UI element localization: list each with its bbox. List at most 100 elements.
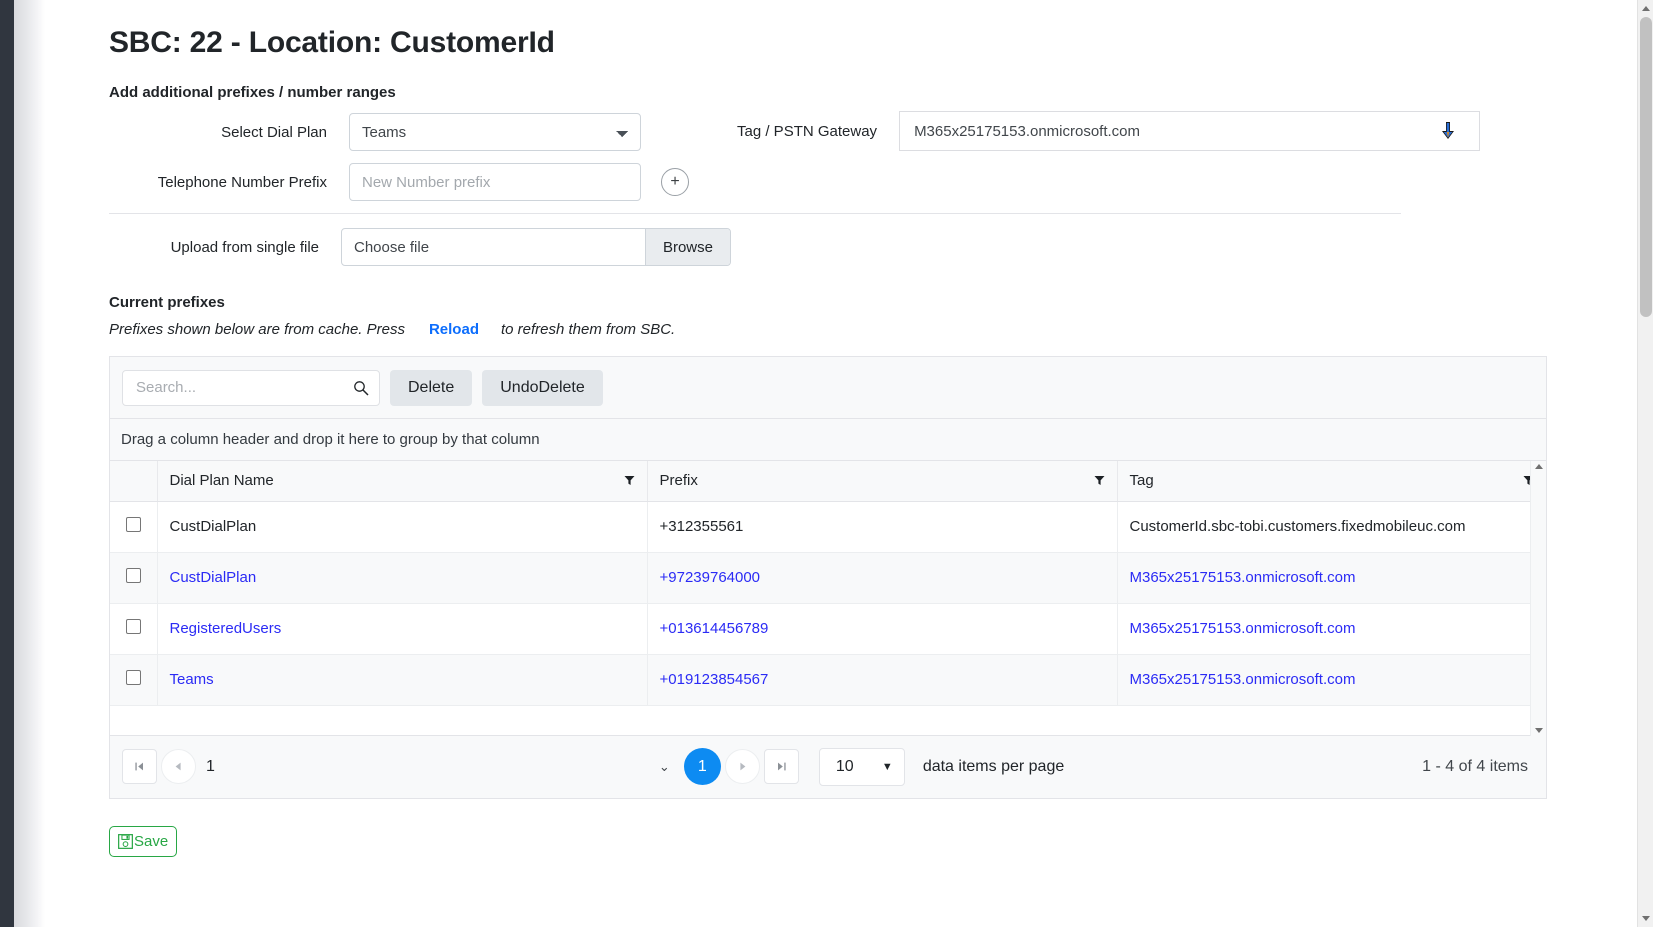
column-header-label: Prefix (659, 472, 698, 490)
tag-pstn-gateway-value: M365x25175153.onmicrosoft.com (914, 122, 1141, 140)
cache-note: Prefixes shown below are from cache. Pre… (109, 321, 1653, 338)
grid-scroll-up-icon[interactable] (1535, 464, 1543, 469)
page-surface: SBC: 22 - Location: CustomerId Add addit… (45, 0, 1653, 927)
telephone-prefix-row: Telephone Number Prefix + (109, 157, 1653, 207)
grid-vertical-scrollbar[interactable] (1530, 461, 1546, 736)
column-header-dial-plan-name[interactable]: Dial Plan Name (157, 461, 648, 502)
table-row[interactable]: CustDialPlan +97239764000 M365x25175153.… (110, 552, 1546, 604)
last-page-button[interactable] (763, 749, 799, 784)
search-input[interactable] (122, 369, 380, 406)
page-scroll-thumb[interactable] (1640, 17, 1652, 317)
column-header-label: Dial Plan Name (169, 472, 274, 490)
upload-file-row: Upload from single file Choose file Brow… (109, 222, 1653, 272)
current-prefixes-label: Current prefixes (109, 294, 225, 311)
next-page-button[interactable] (724, 749, 760, 784)
cell-link[interactable]: M365x25175153.onmicrosoft.com (1130, 569, 1356, 586)
filter-icon[interactable] (1094, 475, 1105, 486)
grid-scroll-down-icon[interactable] (1535, 727, 1543, 733)
cell-link[interactable]: Teams (170, 671, 214, 688)
cell-link[interactable]: RegisteredUsers (170, 620, 282, 637)
save-button-label: Save (134, 832, 169, 850)
table-row[interactable]: Teams +019123854567 M365x25175153.onmicr… (110, 654, 1546, 706)
page-title: SBC: 22 - Location: CustomerId (109, 26, 555, 59)
cell-text: CustDialPlan (169, 518, 257, 535)
grid-empty-filler (110, 705, 1546, 736)
table-row[interactable]: CustDialPlan +312355561 CustomerId.sbc-t… (110, 501, 1546, 553)
chevron-down-icon: ▼ (881, 760, 893, 773)
column-header-prefix[interactable]: Prefix (647, 461, 1118, 502)
tag-pstn-gateway-label: Tag / PSTN Gateway (737, 122, 878, 140)
app-viewport: SBC: 22 - Location: CustomerId Add addit… (0, 0, 1653, 927)
browse-button[interactable]: Browse (644, 229, 730, 265)
grid-toolbar: Delete UndoDelete (110, 357, 1546, 419)
row-checkbox-cell (110, 501, 158, 553)
select-all-header (110, 461, 158, 502)
page-scroll-down-icon[interactable] (1638, 910, 1653, 927)
cell-link[interactable]: M365x25175153.onmicrosoft.com (1130, 671, 1356, 688)
page-content: SBC: 22 - Location: CustomerId Add addit… (45, 0, 1653, 857)
cell-link[interactable]: +013614456789 (660, 620, 769, 637)
cell-dial-plan-name: CustDialPlan (157, 552, 648, 604)
cell-dial-plan-name: RegisteredUsers (157, 603, 648, 655)
prefixes-grid: Delete UndoDelete Drag a column header a… (109, 356, 1547, 799)
cache-note-before: Prefixes shown below are from cache. Pre… (109, 321, 405, 338)
search-wrap (122, 369, 380, 406)
cell-text: CustomerId.sbc-tobi.customers.fixedmobil… (1129, 518, 1466, 535)
reload-link[interactable]: Reload (429, 321, 479, 338)
table-body: CustDialPlan +312355561 CustomerId.sbc-t… (110, 501, 1546, 706)
cell-link[interactable]: +019123854567 (660, 671, 769, 688)
row-checkbox-cell (110, 603, 158, 655)
group-drop-area[interactable]: Drag a column header and drop it here to… (110, 419, 1546, 461)
page-gutter (14, 0, 45, 927)
left-dark-rail (0, 0, 14, 927)
row-checkbox[interactable] (125, 619, 141, 634)
save-button[interactable]: Save (109, 825, 178, 857)
chevron-left-icon (175, 762, 181, 771)
page-vertical-scrollbar[interactable] (1637, 0, 1653, 927)
form-divider (109, 213, 1401, 214)
cell-tag: M365x25175153.onmicrosoft.com (1117, 603, 1546, 655)
cell-link[interactable]: +97239764000 (660, 569, 761, 586)
cell-dial-plan-name: CustDialPlan (157, 501, 648, 553)
grid-body-wrap: Dial Plan Name Prefix Tag CustDialPlan +… (110, 461, 1546, 736)
add-prefix-form: Select Dial Plan Teams Telephone Number … (109, 107, 1653, 272)
chevron-right-icon (740, 762, 746, 771)
previous-page-button[interactable] (161, 749, 196, 784)
filter-icon[interactable] (624, 475, 635, 486)
file-name-text: Choose file (354, 238, 430, 256)
delete-button[interactable]: Delete (390, 369, 473, 406)
row-checkbox[interactable] (125, 670, 141, 685)
page-dropdown-caret-icon[interactable]: ⌄ (659, 759, 670, 775)
row-checkbox[interactable] (125, 517, 141, 532)
cell-prefix: +312355561 (647, 501, 1118, 553)
last-page-icon (777, 762, 786, 771)
first-page-button[interactable] (122, 749, 157, 784)
floppy-disk-save-icon (118, 833, 133, 849)
cache-note-after: to refresh them from SBC. (500, 321, 676, 338)
column-header-tag[interactable]: Tag (1117, 461, 1546, 502)
add-prefix-button[interactable]: + (661, 168, 689, 196)
row-checkbox[interactable] (125, 568, 141, 583)
page-scroll-up-icon[interactable] (1638, 0, 1653, 17)
cell-link[interactable]: CustDialPlan (170, 569, 257, 586)
cell-link[interactable]: M365x25175153.onmicrosoft.com (1130, 620, 1356, 637)
cell-dial-plan-name: Teams (157, 654, 648, 706)
row-checkbox-cell (110, 552, 158, 604)
telephone-prefix-input[interactable] (349, 163, 641, 201)
add-prefixes-section-label: Add additional prefixes / number ranges (109, 84, 396, 101)
dial-plan-select[interactable]: Teams (349, 113, 641, 151)
table-header-row: Dial Plan Name Prefix Tag (110, 461, 1546, 502)
page-number-input[interactable]: 1 (206, 758, 215, 776)
telephone-prefix-label: Telephone Number Prefix (157, 173, 327, 191)
column-header-label: Tag (1129, 472, 1154, 490)
current-page-button[interactable]: 1 (683, 748, 721, 785)
down-arrow-cursor-icon (1442, 122, 1455, 139)
file-input-wrap[interactable]: Choose file Browse (341, 228, 731, 266)
cell-text: +312355561 (659, 518, 744, 535)
page-size-select[interactable]: 10 ▼ (818, 747, 905, 786)
cell-prefix: +013614456789 (647, 603, 1118, 655)
table-row[interactable]: RegisteredUsers +013614456789 M365x25175… (110, 603, 1546, 655)
dial-plan-label: Select Dial Plan (221, 123, 327, 141)
tag-pstn-gateway-field[interactable]: M365x25175153.onmicrosoft.com (899, 111, 1481, 151)
undo-delete-button[interactable]: UndoDelete (482, 369, 603, 406)
